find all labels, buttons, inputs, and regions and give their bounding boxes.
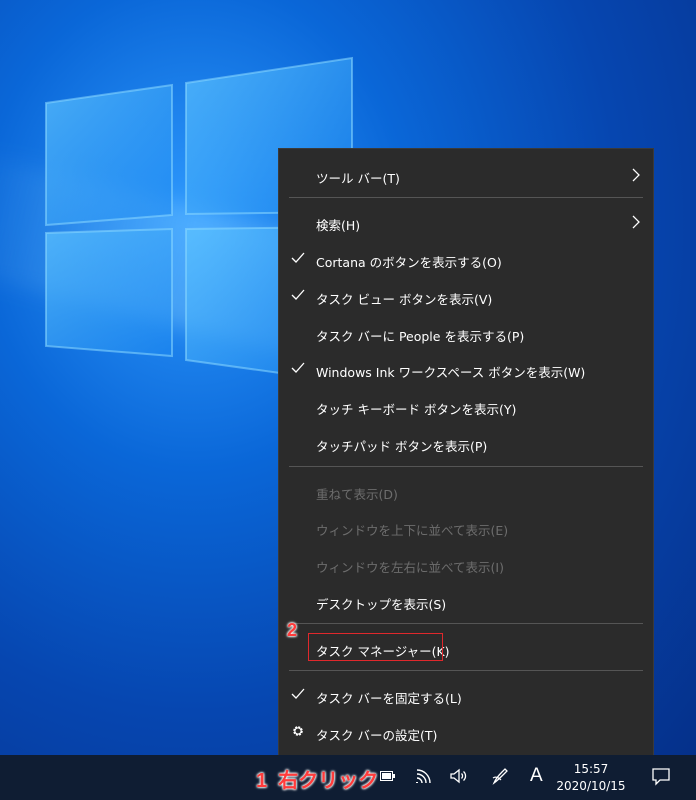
volume-icon[interactable] xyxy=(449,767,469,785)
ime-mode-indicator[interactable]: A xyxy=(530,765,543,787)
menu-item-toolbars[interactable]: ツール バー(T) xyxy=(279,160,653,190)
menu-item-label: タスク ビュー ボタンを表示(V) xyxy=(316,292,493,307)
menu-item-label: タッチパッド ボタンを表示(P) xyxy=(316,439,488,454)
step-1-number: 1 xyxy=(256,770,268,792)
menu-item-label: Cortana のボタンを表示する(O) xyxy=(316,255,502,270)
step-1-annotation: 1 右クリック xyxy=(256,764,378,793)
step-1-text: 右クリック xyxy=(278,768,379,792)
checkmark-icon xyxy=(291,688,305,699)
menu-item-show-people[interactable]: タスク バーに People を表示する(P) xyxy=(279,318,653,348)
menu-item-label: 検索(H) xyxy=(316,218,361,233)
checkmark-icon xyxy=(291,362,305,373)
taskbar-clock[interactable]: 15:57 2020/10/15 xyxy=(553,761,629,795)
menu-item-show-touch-keyboard[interactable]: タッチ キーボード ボタンを表示(Y) xyxy=(279,391,653,421)
action-center-icon[interactable] xyxy=(651,767,671,787)
menu-item-lock-taskbar[interactable]: タスク バーを固定する(L) xyxy=(279,680,653,710)
wifi-icon[interactable] xyxy=(415,767,435,785)
menu-item-label: ウィンドウを左右に並べて表示(I) xyxy=(316,560,504,575)
menu-item-stack-windows: ウィンドウを上下に並べて表示(E) xyxy=(279,512,653,542)
taskbar-context-menu: ツール バー(T) 検索(H) Cortana のボタンを表示する(O) タスク… xyxy=(278,148,654,756)
menu-separator xyxy=(289,466,643,467)
menu-item-label: タスク バーを固定する(L) xyxy=(316,691,462,706)
clock-time: 15:57 xyxy=(573,762,609,776)
checkmark-icon xyxy=(291,289,305,300)
menu-item-label: タッチ キーボード ボタンを表示(Y) xyxy=(316,402,517,417)
menu-item-search[interactable]: 検索(H) xyxy=(279,207,653,237)
menu-separator xyxy=(289,623,643,624)
menu-item-show-touchpad[interactable]: タッチパッド ボタンを表示(P) xyxy=(279,428,653,458)
menu-separator xyxy=(289,670,643,671)
checkmark-icon xyxy=(291,252,305,263)
menu-item-label: タスク バーの設定(T) xyxy=(316,728,438,743)
chevron-right-icon xyxy=(632,215,640,229)
task-manager-highlight-box xyxy=(308,633,443,661)
menu-item-label: ツール バー(T) xyxy=(316,171,400,186)
battery-icon[interactable] xyxy=(380,770,396,782)
menu-item-cascade-windows: 重ねて表示(D) xyxy=(279,476,653,506)
menu-item-label: デスクトップを表示(S) xyxy=(316,597,447,612)
chevron-right-icon xyxy=(632,168,640,182)
menu-item-show-desktop[interactable]: デスクトップを表示(S) xyxy=(279,586,653,616)
menu-item-show-cortana-button[interactable]: Cortana のボタンを表示する(O) xyxy=(279,244,653,274)
menu-item-label: Windows Ink ワークスペース ボタンを表示(W) xyxy=(316,365,586,380)
menu-item-show-task-view-button[interactable]: タスク ビュー ボタンを表示(V) xyxy=(279,281,653,311)
clock-date: 2020/10/15 xyxy=(556,779,626,793)
menu-item-side-by-side-windows: ウィンドウを左右に並べて表示(I) xyxy=(279,549,653,579)
step-2-number: 2 xyxy=(287,620,298,640)
menu-item-label: ウィンドウを上下に並べて表示(E) xyxy=(316,523,509,538)
gear-icon xyxy=(293,726,303,736)
menu-separator xyxy=(289,197,643,198)
menu-item-taskbar-settings[interactable]: タスク バーの設定(T) xyxy=(279,717,653,747)
menu-item-label: 重ねて表示(D) xyxy=(316,487,398,502)
windows-ink-pen-icon[interactable] xyxy=(490,766,510,786)
menu-item-show-windows-ink[interactable]: Windows Ink ワークスペース ボタンを表示(W) xyxy=(279,354,653,384)
menu-item-label: タスク バーに People を表示する(P) xyxy=(316,329,525,344)
